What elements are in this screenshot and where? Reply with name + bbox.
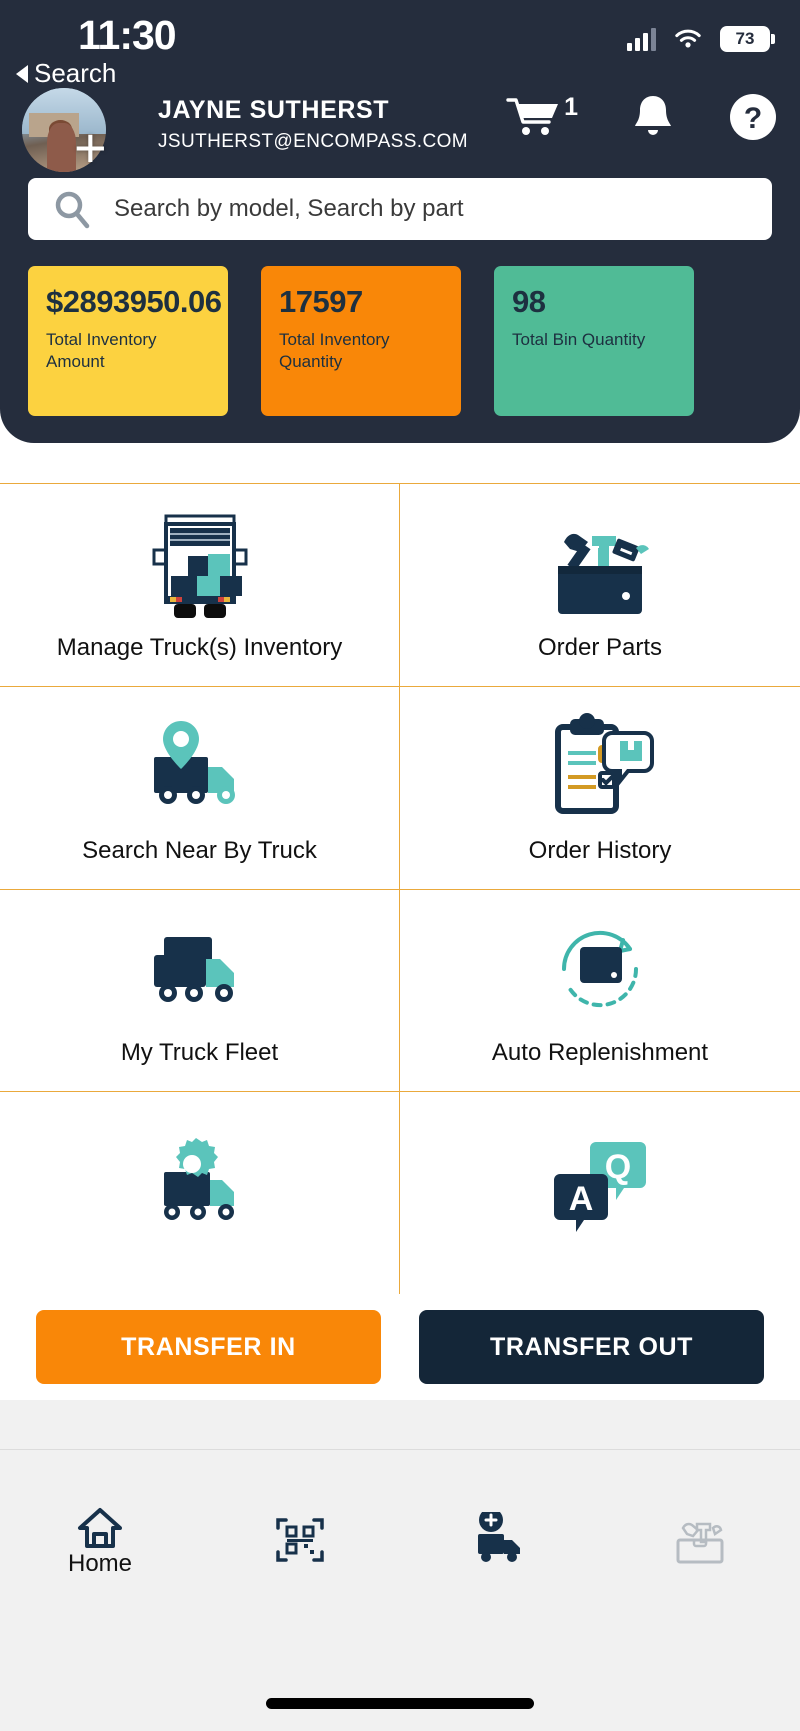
toolbox-icon [676,1522,724,1564]
notification-bell-icon[interactable] [630,92,676,142]
status-bar-indicators: 73 [627,26,775,52]
status-bar: 11:30 73 [0,0,800,70]
menu-item-manage-truck-inventory[interactable]: Manage Truck(s) Inventory [0,483,400,686]
bottom-nav-bar: Home [0,1400,800,1731]
search-bar[interactable]: Search by model, Search by part [28,178,772,240]
nav-item-add-truck[interactable] [400,1512,600,1568]
menu-item-question-answer[interactable]: Q A [400,1091,800,1294]
cart-count-badge: 1 [564,93,578,121]
menu-item-truck-settings[interactable] [0,1091,400,1294]
stat-card-bin-quantity[interactable]: 98 Total Bin Quantity [494,266,694,416]
question-answer-chat-icon: Q A [554,1142,646,1233]
user-email: JSUTHERST@ENCOMPASS.COM [158,131,468,152]
menu-item-label: My Truck Fleet [120,1039,279,1067]
nav-item-home[interactable]: Home [0,1502,200,1578]
nav-item-scan[interactable] [200,1512,400,1568]
stat-value: $2893950.06 [46,284,222,319]
app-header: 11:30 73 Search + JAYNE SUTHERST JSUTHER… [0,0,800,443]
help-question-icon[interactable]: ? [728,92,778,142]
nav-item-toolbox[interactable] [600,1512,800,1568]
plus-icon[interactable]: + [74,120,107,176]
menu-item-auto-replenishment[interactable]: Auto Replenishment [400,888,800,1092]
home-indicator [266,1698,534,1709]
menu-item-search-near-by-truck[interactable]: Search Near By Truck [0,685,400,889]
menu-item-label: Order History [528,836,672,864]
svg-text:A: A [569,1180,594,1218]
stat-value: 98 [512,284,546,319]
transfer-out-button[interactable]: TRANSFER OUT [419,1310,764,1384]
user-name: JAYNE SUTHERST [158,96,390,124]
box-refresh-arrow-icon [561,931,639,1008]
svg-text:?: ? [744,102,762,135]
status-bar-clock: 11:30 [78,12,177,58]
menu-item-label: Auto Replenishment [491,1039,709,1067]
stat-cards: $2893950.06 Total Inventory Amount 17597… [28,266,694,416]
user-info: JAYNE SUTHERST JSUTHERST@ENCOMPASS.COM [158,96,468,153]
back-link-label: Search [34,58,117,88]
stat-label: Total Inventory Quantity [279,329,390,372]
qr-scanner-icon [276,1518,324,1562]
svg-text:Q: Q [605,1148,631,1186]
menu-item-label: Search Near By Truck [82,836,317,864]
wifi-icon [675,29,701,48]
cellular-signal-icon [627,27,656,51]
stat-label: Total Bin Quantity [512,329,646,349]
search-input[interactable]: Search by model, Search by part [114,195,464,223]
multiple-trucks-icon [153,937,234,1003]
truck-gear-icon [163,1138,234,1221]
stat-value: 17597 [279,284,363,319]
search-icon [55,191,90,229]
menu-item-order-history[interactable]: Order History [400,685,800,889]
transfer-in-button[interactable]: TRANSFER IN [36,1310,381,1384]
stat-label: Total Inventory Amount [46,329,157,372]
back-triangle-icon [16,64,28,83]
transfer-actions: TRANSFER IN TRANSFER OUT [0,1294,800,1400]
truck-with-boxes-icon [152,514,247,618]
battery-level: 73 [735,29,755,48]
back-to-search-link[interactable]: Search [16,58,116,89]
header-actions: 1 ? [506,92,778,142]
menu-item-label: Order Parts [537,633,663,661]
stat-card-inventory-quantity[interactable]: 17597 Total Inventory Quantity [261,266,461,416]
menu-item-order-parts[interactable]: Order Parts [400,483,800,686]
battery-icon: 73 [720,26,775,52]
add-truck-icon [478,1512,520,1562]
menu-grid: Manage Truck(s) Inventory Order Parts Se… [0,483,800,1294]
menu-item-label: Manage Truck(s) Inventory [56,633,343,661]
menu-item-my-truck-fleet[interactable]: My Truck Fleet [0,888,400,1092]
app-screen: 11:30 73 Search + JAYNE SUTHERST JSUTHER… [0,0,800,1731]
clipboard-checklist-icon [555,712,654,814]
nav-item-label: Home [67,1550,133,1577]
shopping-cart-icon[interactable]: 1 [506,93,578,139]
truck-location-pin-icon [153,720,235,804]
toolbox-with-tools-icon [558,533,649,614]
stat-card-inventory-amount[interactable]: $2893950.06 Total Inventory Amount [28,266,228,416]
